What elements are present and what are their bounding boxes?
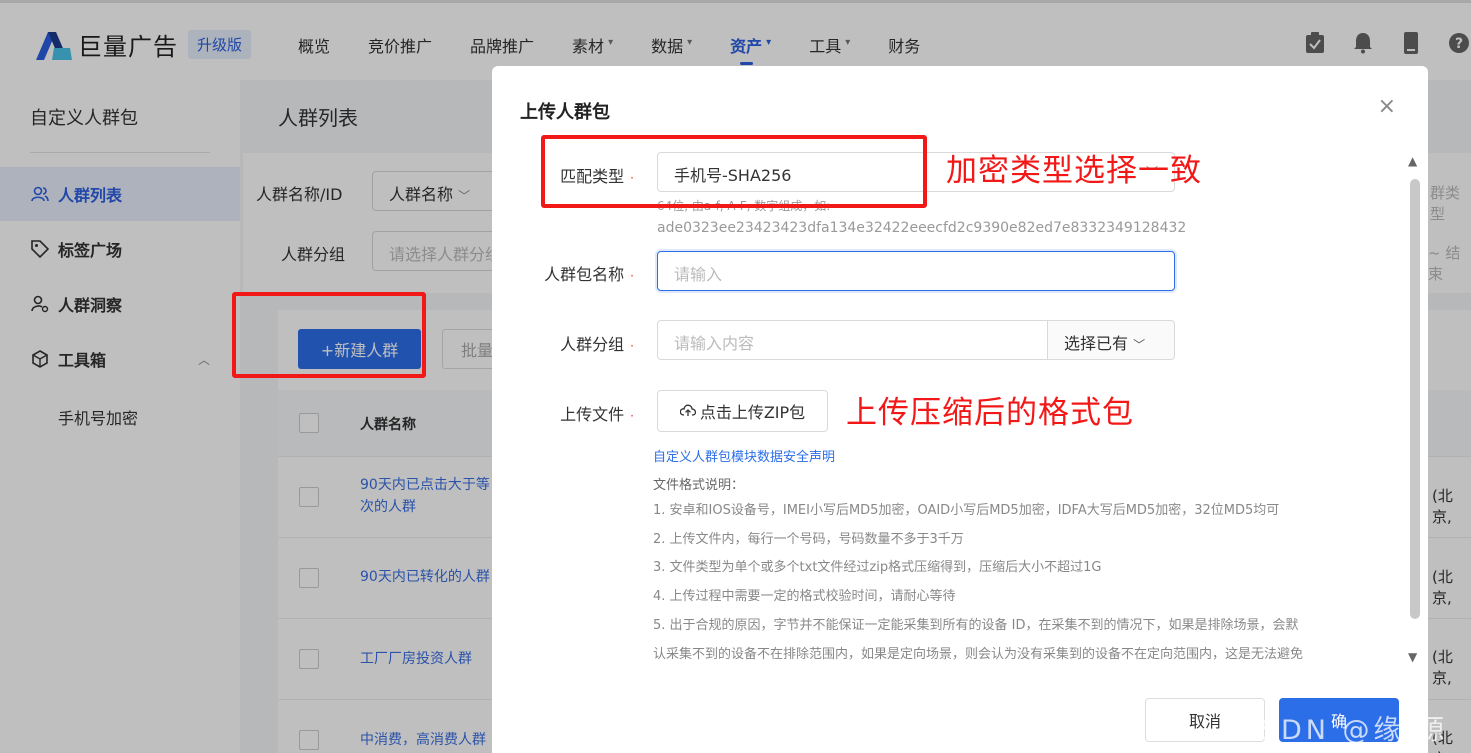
watermark: CSDN @缘 源 园: [1237, 715, 1449, 746]
annotation-box-match-type: [541, 135, 927, 208]
scroll-up-arrow[interactable]: ▲: [1408, 154, 1417, 168]
annotation-encrypt-note: 加密类型选择一致: [946, 153, 1202, 189]
annotation-box-new-audience: [232, 292, 426, 378]
audience-name-label: 人群包名称 ·: [544, 265, 634, 284]
annotation-upload-note: 上传压缩后的格式包: [846, 395, 1134, 431]
dialog-title: 上传人群包: [520, 102, 610, 123]
chevron-down-icon: ﹀: [1133, 338, 1146, 352]
format-item: 5. 出于合规的原因，字节并不能保证一定能采集到所有的设备 ID，在采集不到的情…: [653, 618, 1299, 633]
close-icon[interactable]: ×: [1378, 94, 1396, 119]
format-item: 认采集不到的设备不在排除范围内，如果是定向场景，则会认为没有采集到的设备不在定向…: [653, 647, 1304, 662]
cloud-upload-icon: [679, 402, 696, 421]
security-statement-link[interactable]: 自定义人群包模块数据安全声明: [653, 446, 835, 465]
group-existing-select[interactable]: 选择已有 ﹀: [1047, 320, 1175, 360]
audience-group-input[interactable]: 请输入内容: [657, 320, 1048, 360]
format-item: 3. 文件类型为单个或多个txt文件经过zip格式压缩得到，压缩后大小不超过1G: [653, 560, 1102, 575]
scrollbar-thumb[interactable]: [1410, 179, 1420, 619]
match-type-example: ade0323ee23423423dfa134e32422eeecfd2c939…: [657, 220, 1187, 236]
upload-zip-button[interactable]: 点击上传ZIP包: [657, 390, 828, 432]
format-item: 4. 上传过程中需要一定的格式校验时间，请耐心等待: [653, 589, 956, 604]
audience-name-input[interactable]: 请输入: [657, 251, 1175, 291]
format-title: 文件格式说明：: [653, 478, 745, 493]
upload-file-label: 上传文件 ·: [560, 405, 634, 424]
scroll-down-arrow[interactable]: ▼: [1408, 650, 1417, 664]
audience-group-label: 人群分组 ·: [560, 335, 634, 354]
format-item: 1. 安卓和IOS设备号，IMEI小写后MD5加密，OAID小写后MD5加密，I…: [653, 503, 1280, 518]
format-item: 2. 上传文件内，每行一个号码，号码数量不多于3千万: [653, 532, 964, 547]
